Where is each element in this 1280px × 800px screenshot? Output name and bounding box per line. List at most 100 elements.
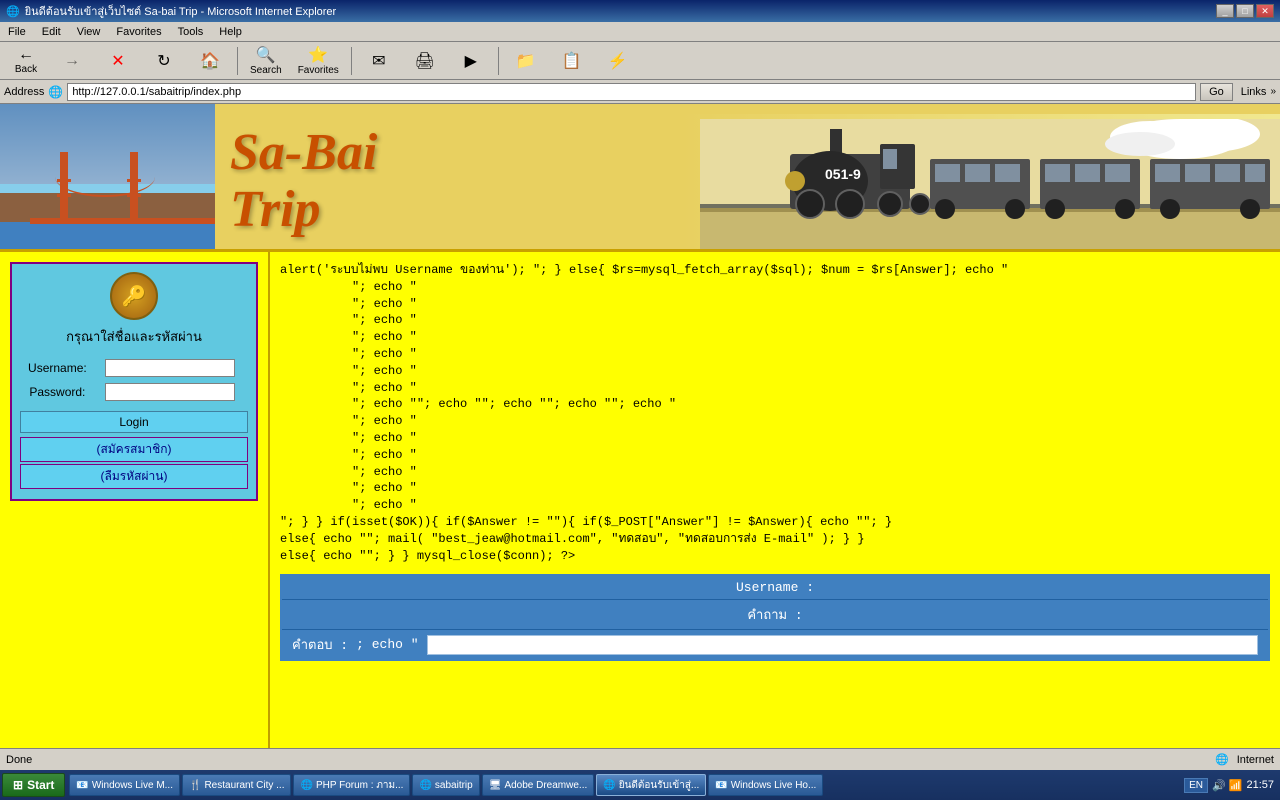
username-form-row: Username :: [282, 576, 1268, 600]
taskbar-item-0[interactable]: 📧 Windows Live M...: [69, 774, 180, 796]
menu-bar: File Edit View Favorites Tools Help: [0, 22, 1280, 42]
start-windows-icon: ⊞: [13, 778, 23, 792]
code-line-13: "; echo ": [280, 480, 1270, 497]
stop-icon: ✕: [111, 51, 124, 71]
question-form-row: คำถาม :: [282, 600, 1268, 630]
browser-content: Sa-Bai Trip: [0, 104, 1280, 752]
taskbar-item-1[interactable]: 🍴 Restaurant City ...: [182, 774, 291, 796]
mail-icon: ✉: [372, 51, 385, 71]
bridge-image: [0, 104, 215, 252]
status-done: Done: [6, 754, 32, 766]
title-bar: 🌐 ยินดีต้อนรับเข้าสู่เว็บไซต์ Sa-bai Tri…: [0, 0, 1280, 22]
code-line-ok: "; } } if(isset($OK)){ if($Answer != "")…: [280, 514, 1270, 531]
login-form-table: Username: Password:: [20, 355, 248, 405]
media-button[interactable]: ▶: [449, 48, 493, 74]
stop-button[interactable]: ✕: [96, 48, 140, 74]
username-row: Username:: [22, 357, 246, 379]
taskbar-icon-1: 🍴: [189, 780, 201, 791]
minimize-button[interactable]: _: [1216, 4, 1234, 18]
taskbar-item-3[interactable]: 🌐 sabaitrip: [412, 774, 479, 796]
home-button[interactable]: 🏠: [188, 48, 232, 74]
favorites-icon: ⭐: [308, 45, 328, 65]
go-button[interactable]: Go: [1200, 83, 1233, 101]
favorites-button[interactable]: ⭐ Favorites: [291, 42, 346, 79]
maximize-button[interactable]: □: [1236, 4, 1254, 18]
code-line-else2: else{ echo ""; } } mysql_close($conn); ?…: [280, 548, 1270, 565]
code-line-4: "; echo ": [280, 312, 1270, 329]
answer-input[interactable]: [427, 635, 1258, 655]
taskbar-item-5[interactable]: 🌐 ยินดีต้อนรับเข้าสู่...: [596, 774, 706, 796]
separator-3: [498, 47, 499, 75]
close-button[interactable]: ✕: [1256, 4, 1274, 18]
taskbar-time: 21:57: [1246, 779, 1274, 791]
code-display: alert('ระบบไม่พบ Username ของท่าน'); "; …: [280, 262, 1270, 564]
taskbar-icon-6: 📧: [715, 780, 727, 791]
code-line-echo: "; echo ""; echo ""; echo ""; echo ""; e…: [280, 396, 1270, 413]
code-line-11: "; echo ": [280, 447, 1270, 464]
win-taskbar: ⊞ Start 📧 Windows Live M... 🍴 Restaurant…: [0, 770, 1280, 800]
code-line-12: "; echo ": [280, 464, 1270, 481]
password-input[interactable]: [105, 383, 235, 401]
code-line-8: "; echo ": [280, 380, 1270, 397]
menu-file[interactable]: File: [0, 24, 34, 40]
history-icon: 📋: [562, 51, 582, 71]
taskbar-item-6[interactable]: 📧 Windows Live Ho...: [708, 774, 823, 796]
code-line-5: "; echo ": [280, 329, 1270, 346]
taskbar-items: 📧 Windows Live M... 🍴 Restaurant City ..…: [69, 774, 1180, 796]
address-label: Address: [4, 86, 44, 98]
home-icon: 🏠: [200, 51, 220, 71]
taskbar-right: EN 🔊 📶 21:57: [1180, 778, 1278, 793]
print-icon: 🖨: [415, 51, 435, 71]
answer-form-row: คำตอบ : ; echo ": [282, 630, 1268, 659]
code-line-1: alert('ระบบไม่พบ Username ของท่าน'); "; …: [280, 262, 1270, 279]
toolbar: ← Back → ✕ ↻ 🏠 🔍 Search ⭐ Favorites ✉ 🖨: [0, 42, 1280, 80]
code-line-7: "; echo ": [280, 363, 1270, 380]
forward-button[interactable]: →: [50, 49, 94, 73]
taskbar-icon-5: 🌐: [603, 780, 615, 791]
code-line-6: "; echo ": [280, 346, 1270, 363]
window-controls: _ □ ✕: [1216, 4, 1274, 18]
address-icon: 🌐: [48, 85, 63, 99]
refresh-icon: ↻: [157, 51, 170, 71]
menu-edit[interactable]: Edit: [34, 24, 69, 40]
folder-icon: 📁: [516, 51, 536, 71]
forgot-password-link[interactable]: (ลืมรหัสผ่าน): [20, 464, 248, 489]
search-button[interactable]: 🔍 Search: [243, 42, 289, 79]
menu-favorites[interactable]: Favorites: [108, 24, 169, 40]
code-line-2: "; echo ": [280, 279, 1270, 296]
print-button[interactable]: 🖨: [403, 48, 447, 74]
address-input[interactable]: [67, 83, 1196, 101]
media-icon: ▶: [465, 51, 477, 71]
back-icon: ←: [18, 46, 34, 64]
bottom-form: Username : คำถาม : คำตอบ : ; echo ": [280, 574, 1270, 661]
browser-icon: 🌐: [6, 5, 20, 18]
menu-help[interactable]: Help: [211, 24, 250, 40]
back-button[interactable]: ← Back: [4, 43, 48, 78]
taskbar-item-2[interactable]: 🌐 PHP Forum : ภาม...: [293, 774, 410, 796]
system-tray-icons: 🔊 📶: [1212, 779, 1242, 792]
taskbar-item-4[interactable]: 🖥 Adobe Dreamwe...: [482, 774, 595, 796]
menu-view[interactable]: View: [69, 24, 109, 40]
code-line-else1: else{ echo ""; mail( "best_jeaw@hotmail.…: [280, 531, 1270, 548]
mail-button[interactable]: ✉: [357, 48, 401, 74]
code-line-3: "; echo ": [280, 296, 1270, 313]
username-input[interactable]: [105, 359, 235, 377]
password-row: Password:: [22, 381, 246, 403]
links-arrow: »: [1270, 86, 1276, 97]
username-label: Username:: [22, 357, 93, 379]
window-title: ยินดีต้อนรับเข้าสู่เว็บไซต์ Sa-bai Trip …: [25, 2, 337, 20]
register-link[interactable]: (สมัครสมาชิก): [20, 437, 248, 462]
bluetooth-button[interactable]: ⚡: [596, 48, 640, 74]
history-button[interactable]: 📋: [550, 48, 594, 74]
sidebar: 🔑 กรุณาใส่ชื่อและรหัสผ่าน Username: Pass…: [0, 252, 270, 752]
login-box: 🔑 กรุณาใส่ชื่อและรหัสผ่าน Username: Pass…: [10, 262, 258, 501]
login-button[interactable]: Login: [20, 411, 248, 433]
separator-1: [237, 47, 238, 75]
password-label: Password:: [22, 381, 93, 403]
refresh-button[interactable]: ↻: [142, 48, 186, 74]
separator-2: [351, 47, 352, 75]
status-internet: Internet: [1237, 754, 1274, 766]
folder-button[interactable]: 📁: [504, 48, 548, 74]
menu-tools[interactable]: Tools: [170, 24, 212, 40]
start-button[interactable]: ⊞ Start: [2, 773, 65, 797]
